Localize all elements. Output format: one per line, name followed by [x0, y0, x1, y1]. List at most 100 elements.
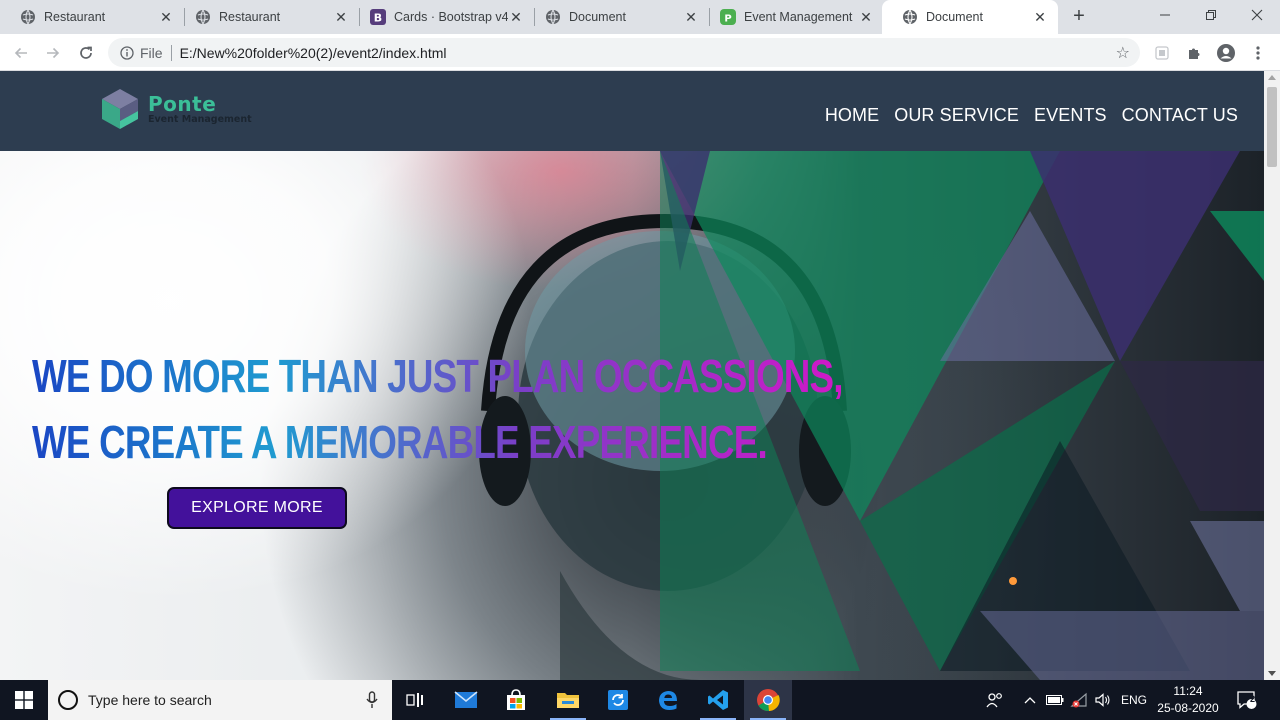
restore-icon [1206, 10, 1216, 20]
nav-contact-us[interactable]: CONTACT US [1122, 105, 1238, 126]
close-icon [1251, 9, 1263, 21]
taskbar-search[interactable]: Type here to search [48, 680, 392, 720]
cube-logo-icon [102, 89, 138, 129]
main-nav: HOME OUR SERVICE EVENTS CONTACT US [825, 105, 1238, 126]
tab-title: Restaurant [219, 10, 281, 24]
task-view-icon [406, 693, 423, 707]
extension-page-icon[interactable] [1152, 43, 1172, 63]
mail-app-button[interactable] [442, 680, 490, 720]
hero-headline-line-1: WE DO MORE THAN JUST PLAN OCCASSIONS, [32, 350, 844, 402]
task-view-button[interactable] [392, 680, 440, 720]
tab-title: Event Management [744, 10, 853, 24]
windows-logo-icon [15, 691, 33, 709]
close-icon[interactable]: ✕ [158, 9, 174, 25]
tab-title: Document [569, 10, 626, 24]
site-header: Ponte Event Management HOME OUR SERVICE … [0, 71, 1264, 151]
edge-icon [659, 691, 677, 710]
sync-app-icon [608, 690, 628, 710]
close-icon[interactable]: ✕ [333, 9, 349, 25]
windows-taskbar: Type here to search ENG 11:24 25-08-2020… [0, 680, 1280, 720]
microphone-icon[interactable] [366, 691, 378, 709]
people-button[interactable] [986, 680, 1004, 720]
wifi-off-icon [1070, 692, 1087, 708]
page-viewport: Ponte Event Management HOME OUR SERVICE … [0, 71, 1264, 680]
browser-tab-strip: Restaurant ✕ Restaurant ✕ B Cards · Boot… [0, 0, 1280, 34]
vscode-icon [708, 690, 728, 710]
file-explorer-button[interactable] [544, 680, 592, 720]
page-scrollbar[interactable] [1264, 71, 1280, 680]
close-icon[interactable]: ✕ [683, 9, 699, 25]
address-divider [170, 44, 172, 61]
back-arrow-icon [14, 47, 27, 59]
system-clock[interactable]: 11:24 25-08-2020 [1148, 683, 1228, 717]
search-placeholder: Type here to search [88, 692, 212, 708]
globe-icon [195, 9, 211, 25]
tab-title: Restaurant [44, 10, 106, 24]
chrome-button[interactable] [744, 680, 792, 720]
close-window-button[interactable] [1234, 0, 1280, 30]
folder-icon [557, 693, 579, 708]
scroll-down-arrow-icon[interactable] [1268, 671, 1276, 676]
network-indicator[interactable] [1070, 680, 1088, 720]
explore-more-button[interactable]: EXPLORE MORE [167, 487, 347, 529]
forward-arrow-icon [47, 47, 60, 59]
onedrive-app-button[interactable] [594, 680, 642, 720]
bookmark-star-icon[interactable]: ☆ [1116, 43, 1130, 63]
nav-our-service[interactable]: OUR SERVICE [894, 105, 1019, 126]
action-center-button[interactable]: 2 [1236, 680, 1258, 720]
minimize-button[interactable] [1142, 0, 1188, 30]
restore-button[interactable] [1188, 0, 1234, 30]
start-button[interactable] [0, 680, 48, 720]
url-text[interactable]: E:/New%20folder%20(2)/event2/index.html [180, 45, 447, 61]
menu-kebab-icon[interactable] [1248, 43, 1268, 63]
input-language[interactable]: ENG [1121, 680, 1147, 720]
extensions-puzzle-icon[interactable] [1184, 43, 1204, 63]
close-icon[interactable]: ✕ [858, 9, 874, 25]
address-bar[interactable]: File E:/New%20folder%20(2)/event2/index.… [108, 38, 1140, 67]
scroll-up-arrow-icon[interactable] [1268, 75, 1276, 80]
edge-browser-button[interactable] [644, 680, 692, 720]
battery-icon [1046, 695, 1064, 705]
volume-indicator[interactable] [1094, 680, 1112, 720]
people-icon [986, 693, 1002, 708]
tab-bootstrap-cards[interactable]: B Cards · Bootstrap v4. ✕ [350, 0, 534, 34]
notification-count: 2 [1250, 694, 1256, 704]
vscode-button[interactable] [694, 680, 742, 720]
show-hidden-icons-button[interactable] [1024, 680, 1036, 720]
browser-toolbar: File E:/New%20folder%20(2)/event2/index.… [0, 34, 1280, 71]
close-icon[interactable]: ✕ [1032, 9, 1048, 25]
hero-banner: WE DO MORE THAN JUST PLAN OCCASSIONS, WE… [0, 151, 1264, 680]
cortana-icon [58, 690, 78, 710]
back-button[interactable] [8, 40, 34, 66]
close-icon[interactable]: ✕ [508, 9, 524, 25]
minimize-icon [1160, 14, 1170, 16]
tab-document-1[interactable]: Document ✕ [525, 0, 709, 34]
scheme-label: File [140, 44, 163, 61]
store-app-button[interactable] [492, 680, 540, 720]
reload-icon [80, 46, 92, 59]
store-bag-icon [507, 689, 525, 710]
tab-restaurant-2[interactable]: Restaurant ✕ [175, 0, 359, 34]
profile-avatar-icon[interactable] [1216, 43, 1236, 63]
nav-home[interactable]: HOME [825, 105, 879, 126]
nav-events[interactable]: EVENTS [1034, 105, 1107, 126]
svg-text:P: P [724, 14, 731, 25]
clock-time: 11:24 [1173, 684, 1203, 698]
scrollbar-thumb[interactable] [1267, 87, 1277, 167]
forward-button[interactable] [40, 40, 66, 66]
chevron-up-icon [1024, 697, 1036, 704]
tab-document-active[interactable]: Document ✕ [882, 0, 1058, 34]
new-tab-button[interactable]: + [1068, 5, 1090, 27]
mail-icon [454, 691, 478, 708]
info-icon[interactable] [120, 45, 134, 60]
svg-text:B: B [374, 12, 382, 25]
hero-headline: WE DO MORE THAN JUST PLAN OCCASSIONS, WE… [32, 350, 844, 465]
site-logo[interactable]: Ponte Event Management [100, 87, 252, 131]
battery-indicator[interactable] [1046, 680, 1064, 720]
tab-restaurant-1[interactable]: Restaurant ✕ [0, 0, 184, 34]
brand-name: Ponte [148, 91, 217, 116]
speaker-icon [1095, 693, 1110, 707]
tab-title: Cards · Bootstrap v4. [394, 10, 508, 24]
reload-button[interactable] [73, 40, 99, 66]
tab-event-management[interactable]: P Event Management ✕ [700, 0, 884, 34]
